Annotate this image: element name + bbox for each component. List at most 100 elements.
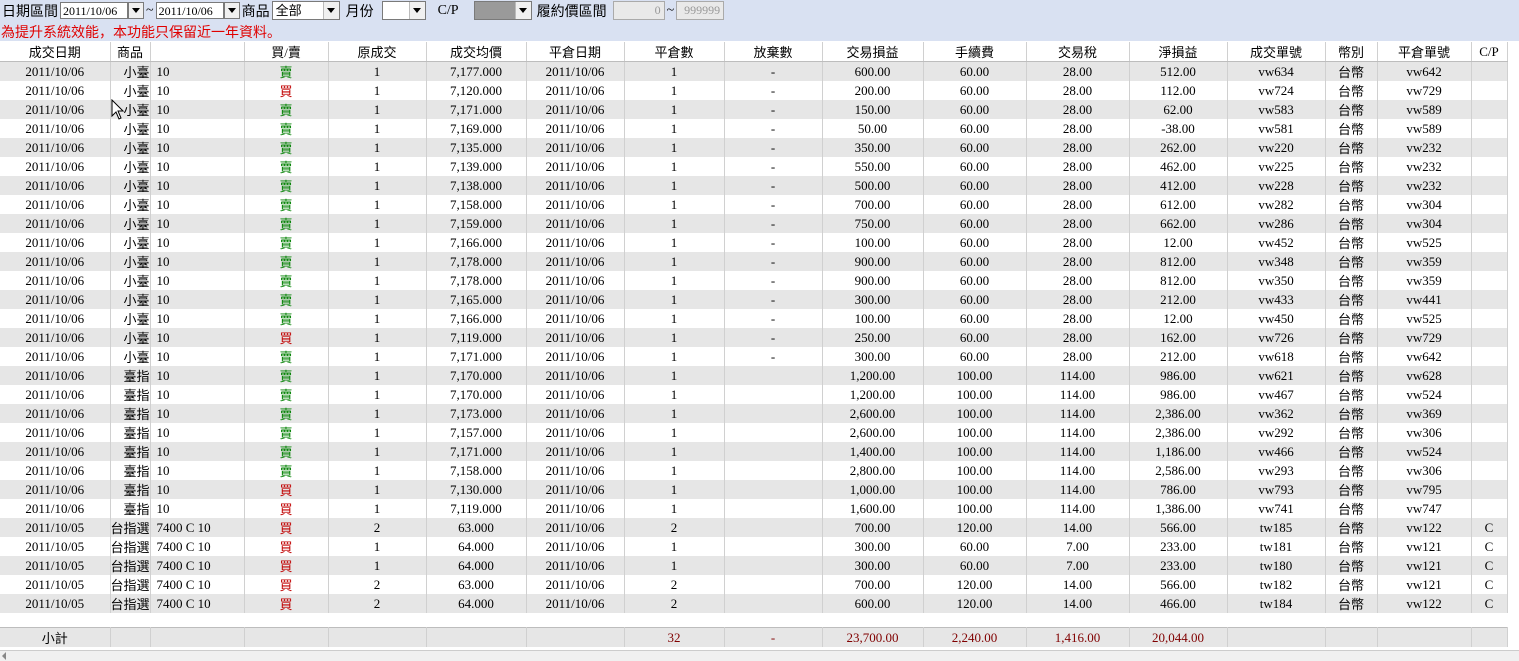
cell-fee: 120.00 [923,518,1027,537]
table-row[interactable]: 2011/10/05 台指選 7400 C 10 買 1 64.000 2011/10/06… [0,537,1508,556]
column-header-net-pl[interactable]: 淨損益 [1129,42,1228,62]
table-row[interactable]: 2011/10/06 小臺 10 賣 1 7,166.000 2011/10/06 1-100… [0,309,1508,328]
cell-close-qty: 1 [624,480,725,499]
cell-product-contract: 10 [150,195,245,214]
column-header-product[interactable]: 商品 [110,42,151,62]
cell-order-no: vw362 [1227,404,1326,423]
date-from-field[interactable]: 2011/10/06 [60,2,128,19]
table-row[interactable]: 2011/10/06 小臺 10 賣 1 7,177.000 2011/10/06 1-600… [0,61,1508,81]
table-row[interactable]: 2011/10/06 臺指 10 買 1 7,130.000 2011/10/06 1 1,00… [0,480,1508,499]
table-row[interactable]: 2011/10/06 小臺 10 賣 1 7,139.000 2011/10/06 1-550… [0,157,1508,176]
column-header-orig-qty[interactable]: 原成交 [328,42,427,62]
cell-close-qty: 1 [624,423,725,442]
cell-cp [1471,176,1508,195]
column-header-currency[interactable]: 幣別 [1325,42,1378,62]
column-header-trade-date[interactable]: 成交日期 [0,42,111,62]
column-header-close-order-no[interactable]: 平倉單號 [1377,42,1472,62]
cell-trade-date: 2011/10/06 [0,347,111,366]
cell-currency: 台幣 [1325,442,1378,461]
column-header-avg-price[interactable]: 成交均價 [426,42,527,62]
cell-product-contract: 7400 C 10 [150,556,245,575]
month-select-value [383,2,409,19]
cell-side: 賣 [244,138,329,157]
cell-tax: 114.00 [1026,423,1130,442]
trade-results-grid: 成交日期 商品 買/賣 原成交 成交均價 平倉日期 平倉數 放棄數 交易損益 手續費 交易稅 淨損益成… [0,42,1508,647]
cell-side: 賣 [244,214,329,233]
cell-orig-qty: 1 [328,309,427,328]
column-header-fee[interactable]: 手續費 [923,42,1027,62]
date-to-dropdown-button[interactable] [223,2,240,19]
strike-to-field[interactable]: 999999 [676,1,725,20]
table-row[interactable]: 2011/10/06 臺指 10 賣 1 7,171.000 2011/10/06 1 1,40… [0,442,1508,461]
date-to-field[interactable]: 2011/10/06 [155,2,224,19]
table-row[interactable]: 2011/10/06 小臺 10 賣 1 7,178.000 2011/10/06 1-900… [0,252,1508,271]
cell-product: 小臺 [110,176,151,195]
table-row[interactable]: 2011/10/06 臺指 10 賣 1 7,170.000 2011/10/06 1 1,20… [0,385,1508,404]
cell-trade-date: 2011/10/06 [0,480,111,499]
table-row[interactable]: 2011/10/06 臺指 10 賣 1 7,170.000 2011/10/06 1 1,20… [0,366,1508,385]
cell-close-order-no: vw232 [1377,157,1472,176]
column-header-product-contract[interactable] [150,42,245,62]
cell-order-no: vw452 [1227,233,1326,252]
table-row[interactable]: 2011/10/06 小臺 10 賣 1 7,159.000 2011/10/06 1-750… [0,214,1508,233]
table-row[interactable]: 2011/10/06 小臺 10 賣 1 7,165.000 2011/10/06 1-300… [0,290,1508,309]
cell-trade-date: 2011/10/05 [0,594,111,613]
table-row[interactable]: 2011/10/05 台指選 7400 C 10 買 1 64.000 2011/10/06… [0,556,1508,575]
cell-abandon-qty: - [724,138,823,157]
cell-abandon-qty [724,556,823,575]
column-header-cp[interactable]: C/P [1471,42,1508,62]
scroll-left-icon[interactable] [2,652,6,660]
strike-from-field[interactable]: 0 [612,1,665,20]
cp-select[interactable] [473,1,532,20]
table-row[interactable]: 2011/10/06 臺指 10 賣 1 7,157.000 2011/10/06 1 2,60… [0,423,1508,442]
table-row[interactable]: 2011/10/06 小臺 10 買 1 7,119.000 2011/10/06 1-250… [0,328,1508,347]
cell-abandon-qty: - [724,328,823,347]
cell-tax: 114.00 [1026,385,1130,404]
subtotal-cell [110,627,151,647]
table-row[interactable]: 2011/10/05 台指選 7400 C 10 買 2 64.000 2011/10/06… [0,594,1508,613]
table-row[interactable]: 2011/10/05 台指選 7400 C 10 買 2 63.000 2011/10/06… [0,518,1508,537]
cell-abandon-qty: - [724,195,823,214]
column-header-close-date[interactable]: 平倉日期 [526,42,625,62]
horizontal-scrollbar[interactable] [0,650,1519,661]
table-row[interactable]: 2011/10/06 小臺 10 賣 1 7,178.000 2011/10/06 1-900… [0,271,1508,290]
subtotal-net-pl: 20,044.00 [1129,627,1228,647]
table-row[interactable]: 2011/10/06 小臺 10 賣 1 7,138.000 2011/10/06 1-500… [0,176,1508,195]
column-header-abandon-qty[interactable]: 放棄數 [724,42,823,62]
table-row[interactable]: 2011/10/06 小臺 10 賣 1 7,158.000 2011/10/06 1-700… [0,195,1508,214]
table-row[interactable]: 2011/10/06 臺指 10 買 1 7,119.000 2011/10/06 1 1,60… [0,499,1508,518]
table-row[interactable]: 2011/10/06 臺指 10 賣 1 7,173.000 2011/10/06 1 2,60… [0,404,1508,423]
cell-close-date: 2011/10/06 [526,556,625,575]
table-row[interactable]: 2011/10/06 小臺 10 賣 1 7,166.000 2011/10/06 1-100… [0,233,1508,252]
cell-fee: 60.00 [923,347,1027,366]
cell-abandon-qty [724,480,823,499]
product-select[interactable]: 全部 [271,1,340,20]
cell-avg-price: 7,119.000 [426,328,527,347]
table-row[interactable]: 2011/10/06 臺指 10 賣 1 7,158.000 2011/10/06 1 2,80… [0,461,1508,480]
table-row[interactable]: 2011/10/06 小臺 10 賣 1 7,171.000 2011/10/06 1-300… [0,347,1508,366]
month-select[interactable] [381,1,426,20]
column-header-tax[interactable]: 交易稅 [1026,42,1130,62]
cell-close-date: 2011/10/06 [526,290,625,309]
table-row[interactable]: 2011/10/06 小臺 10 買 1 7,120.000 2011/10/06 1-200… [0,81,1508,100]
column-header-trade-pl[interactable]: 交易損益 [822,42,924,62]
cell-trade-date: 2011/10/06 [0,81,111,100]
cell-trade-pl: 350.00 [822,138,924,157]
date-from-dropdown-button[interactable] [128,2,144,19]
cell-abandon-qty: - [724,100,823,119]
cell-avg-price: 63.000 [426,575,527,594]
column-header-order-no[interactable]: 成交單號 [1227,42,1326,62]
column-header-side[interactable]: 買/賣 [244,42,329,62]
cell-orig-qty: 1 [328,366,427,385]
column-header-close-qty[interactable]: 平倉數 [624,42,725,62]
subtotal-cell [150,627,245,647]
cell-trade-date: 2011/10/06 [0,290,111,309]
table-row[interactable]: 2011/10/06 小臺 10 賣 1 7,171.000 2011/10/06 1-150… [0,100,1508,119]
cell-currency: 台幣 [1325,138,1378,157]
table-row[interactable]: 2011/10/06 小臺 10 賣 1 7,135.000 2011/10/06 1-350… [0,138,1508,157]
table-row[interactable]: 2011/10/05 台指選 7400 C 10 買 2 63.000 2011/10/06… [0,575,1508,594]
cell-close-qty: 1 [624,499,725,518]
cell-close-qty: 1 [624,328,725,347]
table-row[interactable]: 2011/10/06 小臺 10 賣 1 7,169.000 2011/10/06 1-50.… [0,119,1508,138]
cell-close-qty: 1 [624,366,725,385]
